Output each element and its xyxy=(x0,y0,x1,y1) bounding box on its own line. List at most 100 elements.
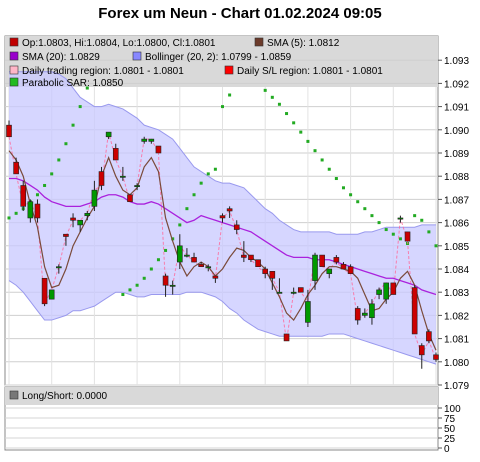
candle-body xyxy=(297,287,304,293)
sar-dot xyxy=(149,267,153,271)
candle-body xyxy=(290,291,297,294)
candle-body xyxy=(305,301,311,323)
sar-dot xyxy=(420,218,424,222)
candle-body xyxy=(112,148,119,161)
candle-body xyxy=(134,185,140,187)
candle-body xyxy=(426,331,432,342)
legend-label: Daily trading region: 1.0801 - 1.0801 xyxy=(22,66,184,77)
sar-dot xyxy=(334,177,338,181)
sar-dot xyxy=(327,167,331,171)
sar-dot xyxy=(14,211,18,215)
sar-dot xyxy=(71,123,75,127)
sar-dot xyxy=(192,193,196,197)
chart-title: Forex um Neun - Chart 01.02.2024 09:05 xyxy=(98,5,381,22)
sar-dot xyxy=(43,183,47,187)
candle-body xyxy=(362,312,368,316)
sar-dot xyxy=(228,93,232,97)
candle-body xyxy=(70,217,76,221)
candle-body xyxy=(269,271,276,279)
sar-dot xyxy=(270,95,274,99)
y-tick-label: 1.090 xyxy=(444,126,469,137)
candle-body xyxy=(383,282,389,300)
candle-body xyxy=(354,308,361,321)
candle-body xyxy=(162,275,169,286)
sar-dot xyxy=(349,193,353,197)
sar-dot xyxy=(142,276,146,280)
sar-dot xyxy=(178,223,182,227)
candle-body xyxy=(34,203,41,219)
candle-body xyxy=(418,345,425,356)
candle-body xyxy=(91,189,98,207)
candle-body xyxy=(77,219,83,226)
candle-body xyxy=(390,282,397,295)
candle-body xyxy=(340,264,347,270)
candle-body xyxy=(205,266,212,269)
sar-dot xyxy=(121,293,125,297)
legend-swatch xyxy=(9,37,19,47)
candle-body xyxy=(369,303,375,319)
sar-dot xyxy=(384,228,388,232)
sar-dot xyxy=(413,214,417,218)
y-tick-label: 1.084 xyxy=(444,265,469,276)
sar-dot xyxy=(320,158,324,162)
sar-dot xyxy=(64,142,68,146)
sar-dot xyxy=(277,102,281,106)
sar-dot xyxy=(434,244,438,248)
sar-dot xyxy=(185,207,189,211)
sub-legend-swatch xyxy=(9,390,19,400)
candle-body xyxy=(319,254,325,267)
candle-body xyxy=(155,145,162,154)
candle-body xyxy=(347,266,354,274)
legend-label: SMA (20): 1.0829 xyxy=(22,52,100,63)
sar-dot xyxy=(292,121,296,125)
sar-dot xyxy=(221,105,224,109)
candle-body xyxy=(255,259,261,267)
candle-body xyxy=(184,254,190,257)
y-tick-label: 1.079 xyxy=(444,381,469,392)
sar-dot xyxy=(35,193,39,197)
candle-body xyxy=(177,245,183,263)
candle-body xyxy=(212,275,219,279)
candle-body xyxy=(404,231,411,242)
sar-dot xyxy=(306,139,310,143)
sar-dot xyxy=(299,130,303,134)
sar-dot xyxy=(263,88,267,92)
candle-body xyxy=(141,138,148,142)
sar-dot xyxy=(135,283,139,287)
y-tick-label: 1.082 xyxy=(444,311,469,322)
y-tick-label: 1.085 xyxy=(444,242,469,253)
candle-body xyxy=(127,194,133,203)
sar-dot xyxy=(213,167,217,171)
candle-body xyxy=(411,287,418,335)
y-tick-label: 1.086 xyxy=(444,219,469,230)
sar-dot xyxy=(206,172,210,176)
candle-body xyxy=(233,224,240,230)
candle-body xyxy=(191,257,197,263)
price-axis: 1.093 1.092 1.091 1.090 1.089 1.088 1.087 1.086… xyxy=(438,56,469,392)
legend-label: Op:1.0803, Hi:1.0804, Lo:1.0800, Cl:1.08… xyxy=(22,38,216,49)
candle-body xyxy=(376,289,382,295)
candle-body xyxy=(56,266,62,269)
legend-label: SMA (5): 1.0812 xyxy=(267,38,340,49)
sar-dot xyxy=(128,288,132,292)
candle-body xyxy=(120,175,126,178)
sub-tick-label: 0 xyxy=(444,444,450,455)
candle-body xyxy=(333,257,340,263)
sar-dot xyxy=(78,105,82,109)
y-tick-label: 1.093 xyxy=(444,56,469,67)
legend-label: Daily S/L region: 1.0801 - 1.0801 xyxy=(237,66,383,77)
sar-dot xyxy=(398,237,402,241)
candle-body xyxy=(98,171,105,186)
sub-legend: Long/Short: 0.0000 xyxy=(9,390,108,402)
candle-body xyxy=(397,217,404,220)
candle-body xyxy=(169,284,176,287)
candle-body xyxy=(433,354,439,360)
legend-swatch xyxy=(9,51,19,61)
sar-dot xyxy=(285,112,289,116)
sar-dot xyxy=(363,207,367,211)
candle-body xyxy=(41,277,48,305)
sar-dot xyxy=(377,221,381,225)
sar-dot xyxy=(370,214,374,218)
forex-chart: Forex um Neun - Chart 01.02.2024 09:05 O… xyxy=(0,0,480,457)
legend-swatch xyxy=(9,65,19,75)
